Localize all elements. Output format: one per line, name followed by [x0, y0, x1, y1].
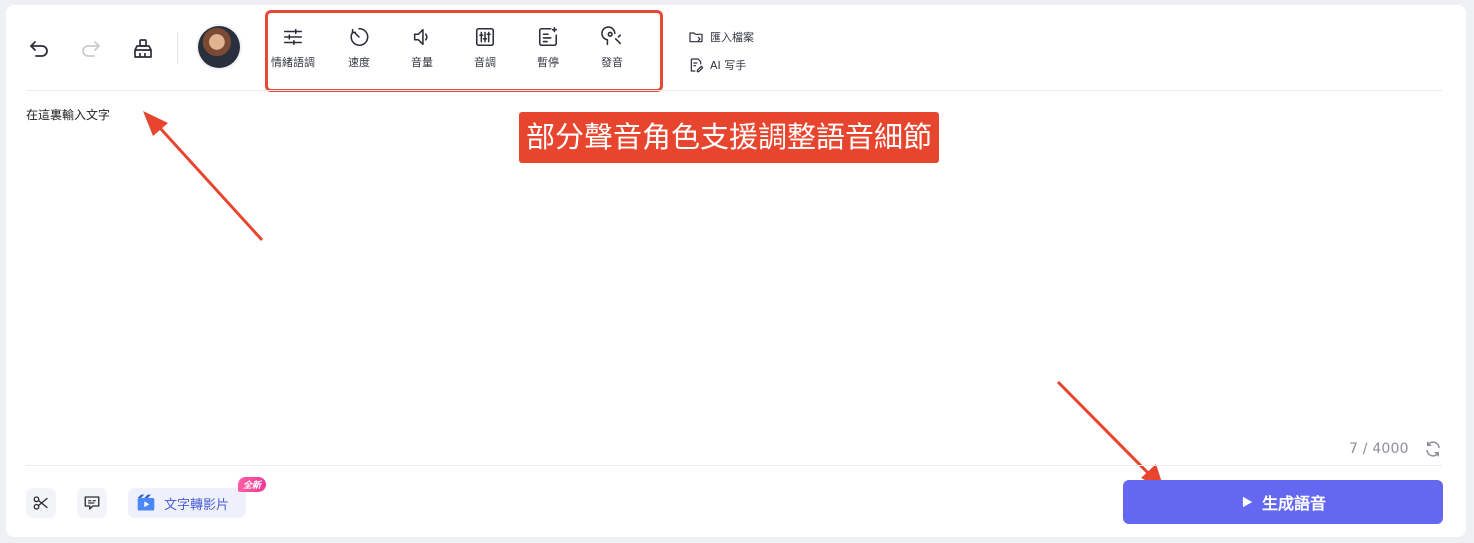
refresh-icon	[1426, 441, 1440, 457]
subtitle-button[interactable]	[77, 488, 107, 518]
subtitle-icon	[84, 496, 100, 510]
generate-speech-label: 生成語音	[1261, 494, 1326, 513]
character-counter: 7 / 4000	[1349, 441, 1409, 457]
new-badge: 全新	[238, 477, 267, 492]
text-to-video-button[interactable]: 文字轉影片	[128, 488, 246, 518]
annotation-arrows	[143, 111, 1164, 489]
generate-speech-button[interactable]: 生成語音	[1123, 480, 1443, 524]
arrow-to-text-input	[143, 111, 264, 242]
bottom-divider-line	[26, 465, 1442, 466]
text-to-video-label: 文字轉影片	[164, 497, 230, 513]
refresh-button[interactable]	[1423, 439, 1443, 459]
video-clapper-icon	[137, 494, 155, 511]
scissors-icon	[33, 496, 48, 510]
play-icon	[1242, 496, 1253, 508]
scissors-button[interactable]	[26, 488, 56, 518]
arrow-to-generate-button	[1056, 380, 1164, 489]
